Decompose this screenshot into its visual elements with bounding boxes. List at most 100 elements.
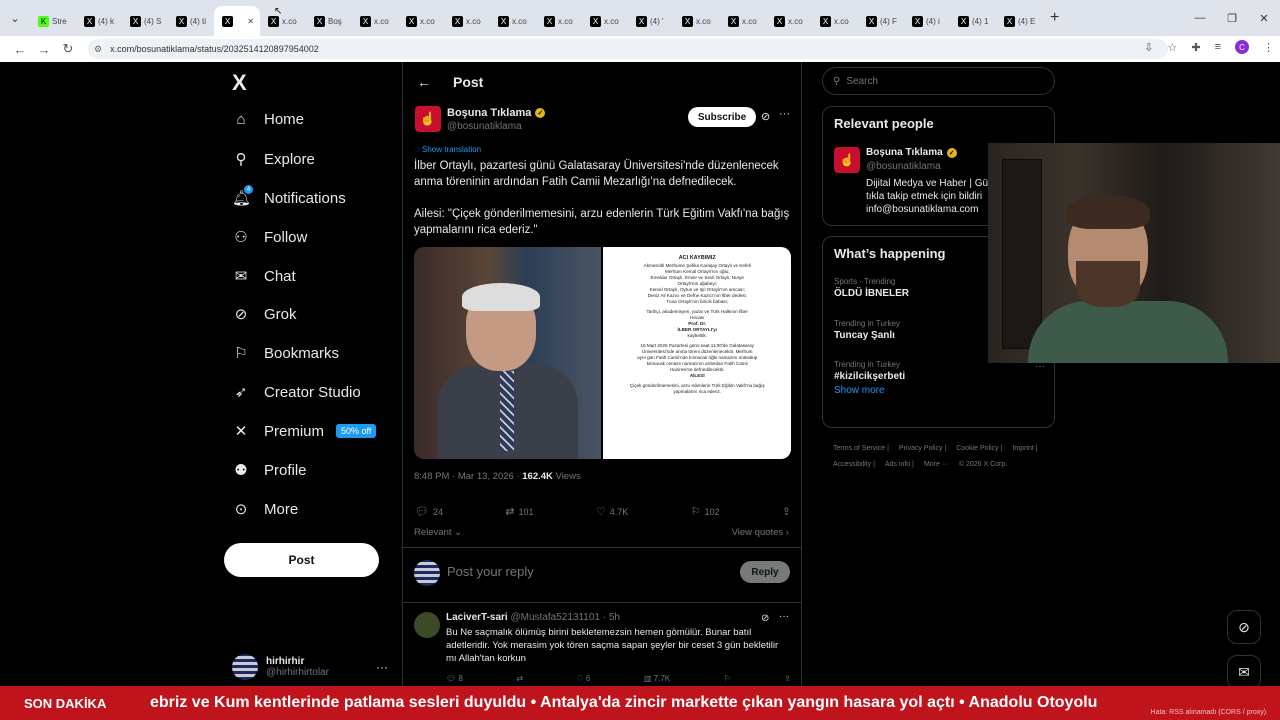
like-action[interactable]: ♡ 4.7K <box>596 505 628 518</box>
browser-tab[interactable]: X (4) F <box>858 6 904 36</box>
messages-float-button[interactable]: ✉ <box>1227 655 1261 689</box>
browser-tab[interactable]: Xx.co <box>766 6 812 36</box>
nav-item-creator-studio[interactable]: ➶ Creator Studio <box>232 383 361 402</box>
nav-item-bookmarks[interactable]: ⚐ Bookmarks <box>232 344 339 363</box>
footer-link[interactable]: Cookie Policy | <box>956 441 1002 457</box>
account-switcher[interactable]: hirhirhir @hirhirhirtolar ··· <box>232 654 392 680</box>
bookmark-star-icon[interactable]: ☆ <box>1167 41 1177 54</box>
browser-tab[interactable]: X (4) ' <box>628 6 674 36</box>
tweet-media[interactable]: ACI KAYBIMIZ Akmescitli Merhume Şefika K… <box>414 247 791 459</box>
footer-link[interactable]: Accessibility | <box>833 457 875 473</box>
back-arrow-icon[interactable]: ← <box>417 74 431 90</box>
trend-item[interactable]: Trending in Turkey Tuncay Şanlı <box>834 319 900 341</box>
browser-tab[interactable]: Xx.co <box>812 6 858 36</box>
close-window-icon[interactable]: ✕ <box>1248 12 1280 25</box>
grok-float-button[interactable]: ⊘ <box>1227 610 1261 644</box>
comment-views-action[interactable]: ▥ 7.7K <box>644 674 670 683</box>
footer-link[interactable]: Privacy Policy | <box>899 441 946 457</box>
browser-tab[interactable]: X (4) k <box>76 6 122 36</box>
extensions-icon[interactable]: ✚ <box>1191 41 1200 54</box>
relevant-person-handle[interactable]: @bosunatiklama <box>866 161 941 172</box>
more-options-icon[interactable]: ··· <box>779 108 790 120</box>
browser-tab[interactable]: Xx.co <box>260 6 306 36</box>
trend-item[interactable]: Sports · Trending ÖLDÜ İBNELER <box>834 277 909 299</box>
browser-tab[interactable]: X (4) ti <box>168 6 214 36</box>
comment-avatar[interactable] <box>414 612 440 638</box>
trend-item[interactable]: Trending in Turkey #kizilcikşerbeti <box>834 360 905 382</box>
browser-tab[interactable]: X Boş <box>306 6 352 36</box>
subscribe-button[interactable]: Subscribe <box>688 107 756 127</box>
site-info-icon[interactable]: ⚙ <box>94 44 102 55</box>
browser-tab[interactable]: X (4) E <box>996 6 1042 36</box>
media-control-icon[interactable]: ≡ <box>1215 41 1221 53</box>
browser-tab[interactable]: Xx.co <box>720 6 766 36</box>
comment-like-action[interactable]: ♡ 6 <box>577 674 591 683</box>
show-translation-link[interactable]: ◌ Show translation <box>415 145 481 154</box>
browser-tab[interactable]: Xx.co <box>398 6 444 36</box>
browser-tab[interactable]: X (4) S <box>122 6 168 36</box>
relevant-person-name[interactable]: Boşuna Tıklama ✓ <box>866 147 957 158</box>
browser-tab[interactable]: Xx.co <box>444 6 490 36</box>
footer-link[interactable]: Imprint | <box>1012 441 1037 457</box>
author-name[interactable]: Boşuna Tıklama ✓ <box>447 107 546 119</box>
portrait-photo[interactable] <box>414 247 602 459</box>
view-quotes-link[interactable]: View quotes › <box>732 527 789 538</box>
author-handle[interactable]: @bosunatiklama <box>447 121 522 132</box>
close-tab-icon[interactable]: ✕ <box>247 17 254 26</box>
install-app-icon[interactable]: ⇩ <box>1144 41 1153 54</box>
browser-menu-icon[interactable]: ⋮ <box>1263 41 1274 54</box>
footer-link[interactable]: Ads info | <box>885 457 914 473</box>
browser-tab[interactable]: X (4) 1 <box>950 6 996 36</box>
tab-search-icon[interactable]: ⌄ <box>0 0 30 36</box>
new-tab-button[interactable]: + <box>1050 9 1059 27</box>
reply-input[interactable]: Post your reply <box>447 564 534 579</box>
comment-reply-action[interactable]: 💬︎ 8 <box>446 674 463 683</box>
comment-more-icon[interactable]: ··· <box>779 611 789 622</box>
repost-action[interactable]: ⇄ 101 <box>505 505 533 518</box>
browser-tab[interactable]: Xx.co <box>536 6 582 36</box>
browser-tab[interactable]: X ✕ <box>214 6 260 36</box>
comment-grok-icon[interactable]: ⊘ <box>761 613 769 624</box>
nav-item-chat[interactable]: ✉ Chat <box>232 267 296 286</box>
restore-icon[interactable]: ❐ <box>1216 12 1248 25</box>
comment-share-action[interactable]: ⇪ <box>784 674 791 683</box>
post-time[interactable]: 8:48 PM · Mar 13, 2026 · <box>414 471 522 482</box>
share-action[interactable]: ⇪ <box>782 505 791 518</box>
x-logo[interactable]: X <box>232 70 247 96</box>
browser-tab[interactable]: Xx.co <box>582 6 628 36</box>
nav-item-home[interactable]: ⌂ Home <box>232 111 304 128</box>
post-button[interactable]: Post <box>224 543 379 577</box>
forward-icon[interactable]: → <box>32 42 56 57</box>
profile-avatar[interactable]: C <box>1235 40 1249 54</box>
nav-item-grok[interactable]: ⊘ Grok <box>232 305 297 324</box>
relevant-person-avatar[interactable]: ☝ <box>834 147 860 173</box>
author-avatar[interactable]: ☝ <box>415 106 441 132</box>
reply-action[interactable]: 💬︎ 24 <box>415 505 443 518</box>
obituary-notice-image[interactable]: ACI KAYBIMIZ Akmescitli Merhume Şefika K… <box>603 247 791 459</box>
show-more-link[interactable]: Show more <box>834 385 885 396</box>
bookmark-action[interactable]: ⚐ 102 <box>691 505 720 518</box>
nav-item-more[interactable]: ⊙ More <box>232 500 298 519</box>
footer-link[interactable]: Terms of Service | <box>833 441 889 457</box>
browser-tab[interactable]: Xx.co <box>352 6 398 36</box>
nav-item-follow[interactable]: ⚇ Follow <box>232 228 307 247</box>
reload-icon[interactable]: ↻ <box>56 41 80 57</box>
nav-item-premium[interactable]: ✕ Premium 50% off <box>232 422 377 440</box>
grok-icon[interactable]: ⊘ <box>761 110 770 123</box>
reply-button[interactable]: Reply <box>740 561 790 583</box>
comment-repost-action[interactable]: ⇄ <box>516 674 523 683</box>
reply-sort-dropdown[interactable]: Relevant ⌄ <box>414 527 462 538</box>
browser-tab[interactable]: K Stre <box>30 6 76 36</box>
comment-bookmark-action[interactable]: ⚐ <box>724 674 731 683</box>
browser-tab[interactable]: Xx.co <box>490 6 536 36</box>
footer-link[interactable]: More ··· <box>924 457 949 473</box>
footer-link[interactable]: © 2026 X Corp. <box>959 457 1007 473</box>
search-input[interactable]: ⚲ Search <box>822 67 1055 95</box>
minimize-icon[interactable]: — <box>1184 12 1216 24</box>
browser-tab[interactable]: Xx.co <box>674 6 720 36</box>
back-icon[interactable]: ← <box>8 42 32 57</box>
url-bar[interactable]: ⚙ x.com/bosunatiklama/status/20325141208… <box>88 39 1168 59</box>
nav-item-explore[interactable]: ⚲ Explore <box>232 150 315 169</box>
browser-tab[interactable]: X (4) i <box>904 6 950 36</box>
more-dots-icon[interactable]: ··· <box>376 660 388 674</box>
